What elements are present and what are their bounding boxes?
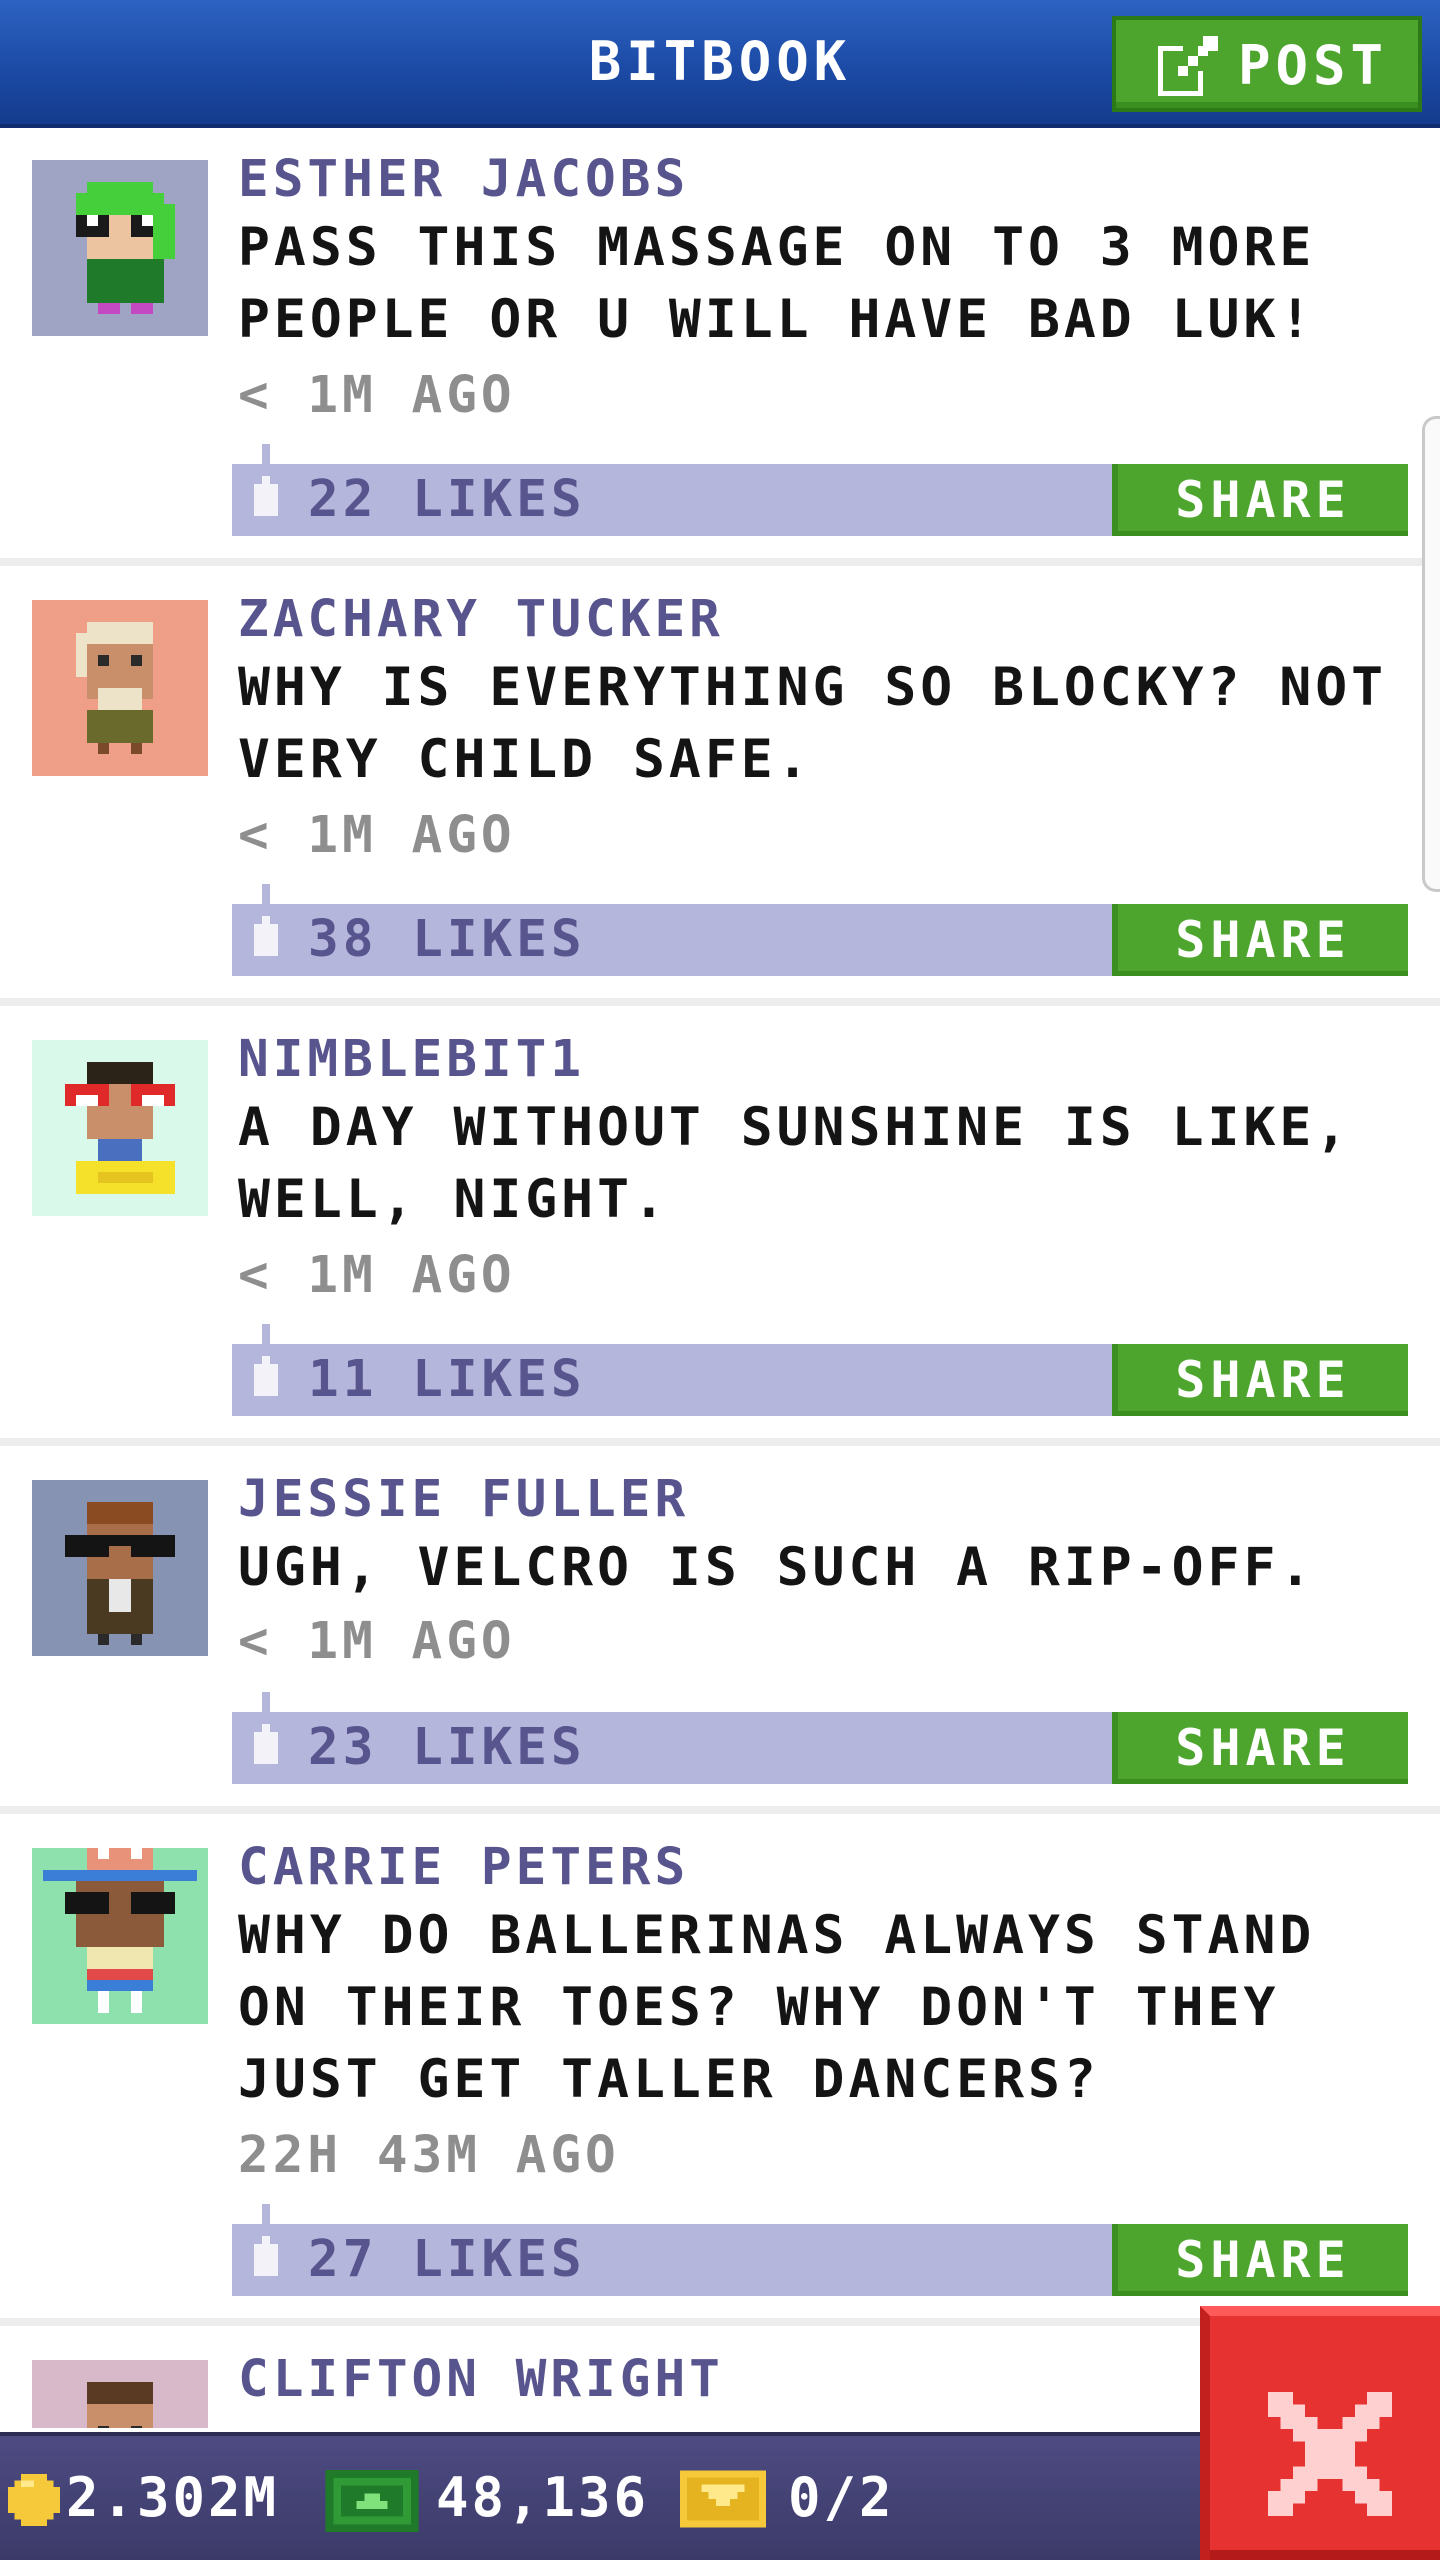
avatar[interactable]: [32, 160, 208, 336]
bux-icon: [325, 2470, 419, 2532]
like-bar: 11 LIKES SHARE: [232, 1324, 1408, 1416]
likes-count: 27 LIKES: [308, 2230, 586, 2289]
post-author[interactable]: CLIFTON WRIGHT: [238, 2350, 724, 2409]
likes-count: 22 LIKES: [308, 470, 586, 529]
post-author[interactable]: NIMBLEBIT1: [238, 1030, 585, 1089]
avatar[interactable]: [32, 1480, 208, 1656]
tickets-count: 0/2: [788, 2466, 895, 2529]
post-message: WHY DO BALLERINAS ALWAYS STAND ON THEIR …: [238, 1905, 1316, 2110]
post-divider: [0, 1806, 1440, 1814]
like-bar: 23 LIKES SHARE: [232, 1692, 1408, 1784]
edit-icon: [1158, 36, 1218, 96]
avatar-image: [65, 1062, 175, 1194]
ticket-icon: [680, 2470, 766, 2528]
thumbs-up-icon[interactable]: [246, 2204, 286, 2284]
likes-count: 23 LIKES: [308, 1718, 586, 1777]
share-button[interactable]: SHARE: [1112, 2224, 1408, 2296]
thumbs-up-icon[interactable]: [246, 884, 286, 964]
thumbs-up-icon[interactable]: [246, 1692, 286, 1772]
avatar[interactable]: [32, 2360, 208, 2428]
avatar-image: [65, 1502, 175, 1645]
post-label: POST: [1238, 34, 1389, 97]
post-time: < 1M AGO: [238, 1612, 516, 1671]
post-message: PASS THIS MASSAGE ON TO 3 MORE PEOPLE OR…: [238, 217, 1316, 350]
post-message: WHY IS EVERYTHING SO BLOCKY? NOT VERY CH…: [238, 657, 1388, 790]
like-bar: 22 LIKES SHARE: [232, 444, 1408, 536]
avatar-image: [76, 182, 175, 314]
share-button[interactable]: SHARE: [1112, 1712, 1408, 1784]
post-author[interactable]: ZACHARY TUCKER: [238, 590, 724, 649]
post-author[interactable]: JESSIE FULLER: [238, 1470, 689, 1529]
post-time: < 1M AGO: [238, 366, 516, 425]
top-bar: BITBOOK POST: [0, 0, 1440, 128]
post-message: UGH, VELCRO IS SUCH A RIP-OFF.: [238, 1537, 1316, 1598]
thumbs-up-icon[interactable]: [246, 444, 286, 524]
avatar-image: [87, 2382, 153, 2428]
avatar-image: [43, 1848, 197, 2013]
thumbs-up-icon[interactable]: [246, 1324, 286, 1404]
post-author[interactable]: CARRIE PETERS: [238, 1838, 689, 1897]
likes-count: 38 LIKES: [308, 910, 586, 969]
coin-icon: [8, 2474, 60, 2526]
scrollbar[interactable]: [1422, 416, 1440, 892]
avatar[interactable]: [32, 600, 208, 776]
avatar[interactable]: [32, 1040, 208, 1216]
feed-list[interactable]: ESTHER JACOBS PASS THIS MASSAGE ON TO 3 …: [0, 128, 1440, 2428]
share-button[interactable]: SHARE: [1112, 464, 1408, 536]
share-button[interactable]: SHARE: [1112, 904, 1408, 976]
close-icon: [1268, 2392, 1392, 2516]
likes-count: 11 LIKES: [308, 1350, 586, 1409]
like-bar: 27 LIKES SHARE: [232, 2204, 1408, 2296]
post-author[interactable]: ESTHER JACOBS: [238, 150, 689, 209]
avatar-image: [76, 622, 153, 754]
coins-count: 2.302M: [66, 2466, 280, 2529]
avatar[interactable]: [32, 1848, 208, 2024]
like-bar: 38 LIKES SHARE: [232, 884, 1408, 976]
post-time: 22H 43M AGO: [238, 2126, 620, 2185]
share-button[interactable]: SHARE: [1112, 1344, 1408, 1416]
bux-count: 48,136: [436, 2466, 650, 2529]
close-button[interactable]: [1200, 2306, 1440, 2560]
post-divider: [0, 1438, 1440, 1446]
post-divider: [0, 558, 1440, 566]
post-time: < 1M AGO: [238, 806, 516, 865]
post-button[interactable]: POST: [1112, 16, 1422, 112]
post-message: A DAY WITHOUT SUNSHINE IS LIKE, WELL, NI…: [238, 1097, 1352, 1230]
post-time: < 1M AGO: [238, 1246, 516, 1305]
post-divider: [0, 998, 1440, 1006]
